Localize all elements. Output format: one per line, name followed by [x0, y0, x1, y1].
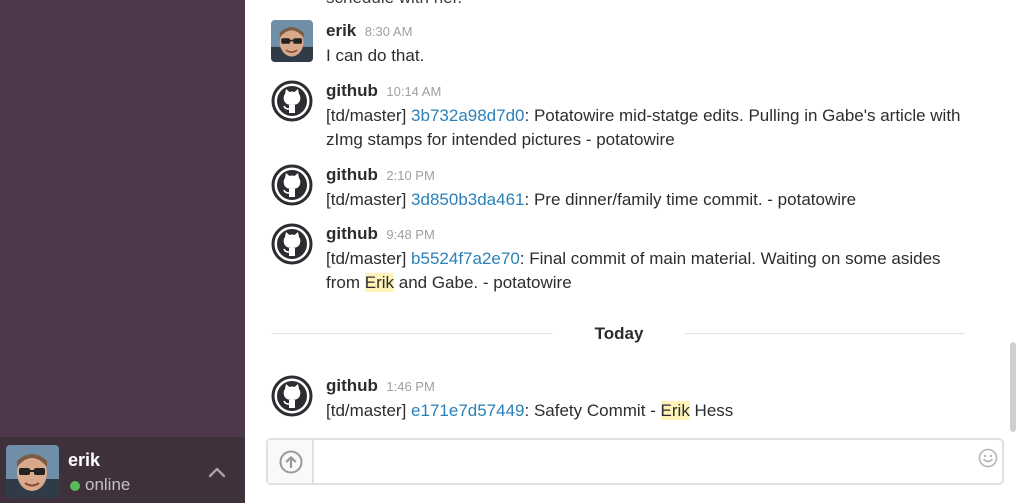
message-author[interactable]: github — [326, 376, 378, 395]
branch-prefix: [td/master] — [326, 401, 407, 420]
user-mention-highlight[interactable]: Erik — [660, 401, 690, 420]
message-author[interactable]: github — [326, 165, 378, 184]
commit-link[interactable]: 3b732a98d7d0 — [411, 106, 524, 125]
commit-link[interactable]: 3d850b3da461 — [411, 190, 524, 209]
message-timestamp[interactable]: 10:14 AM — [386, 84, 441, 99]
message-timestamp[interactable]: 8:30 AM — [365, 24, 413, 39]
commit-message-end: Hess — [689, 401, 734, 420]
message-text: I can do that. — [326, 44, 966, 68]
message-list[interactable]: schedule with her. erik 8:30 AM I can do… — [245, 0, 1010, 437]
message-input[interactable] — [316, 440, 966, 483]
message-body: I can do that. — [326, 46, 425, 65]
commit-message: : Pre dinner/family time commit. - potat… — [524, 190, 857, 209]
sidebar: erik online — [0, 0, 245, 503]
message-text: [td/master] e171e7d57449: Safety Commit … — [326, 399, 966, 423]
message-text: [td/master] 3b732a98d7d0: Potatowire mid… — [326, 104, 966, 152]
divider-line — [271, 333, 553, 334]
user-name: erik — [68, 450, 101, 470]
message-timestamp[interactable]: 9:48 PM — [386, 227, 434, 242]
github-octocat-icon[interactable] — [271, 375, 313, 417]
message-header: github 1:46 PM — [326, 375, 435, 398]
user-mention-highlight[interactable]: Erik — [364, 273, 395, 292]
current-user-panel[interactable]: erik online — [0, 437, 245, 503]
message-author[interactable]: github — [326, 81, 378, 100]
message-header: erik 8:30 AM — [326, 20, 412, 43]
commit-message: : Safety Commit - — [524, 401, 661, 420]
divider-line — [685, 333, 965, 334]
message-author[interactable]: github — [326, 224, 378, 243]
user-avatar[interactable] — [6, 445, 59, 498]
branch-prefix: [td/master] — [326, 106, 407, 125]
message-text-cutoff: schedule with her. — [326, 0, 462, 8]
branch-prefix: [td/master] — [326, 190, 407, 209]
message-header: github 9:48 PM — [326, 223, 435, 246]
message-header: github 10:14 AM — [326, 80, 441, 103]
message-author[interactable]: erik — [326, 21, 356, 40]
arrow-up-circle-icon — [279, 450, 303, 474]
upload-button[interactable] — [268, 440, 314, 483]
message-composer — [266, 438, 1004, 485]
scrollbar-thumb[interactable] — [1010, 342, 1016, 432]
commit-message-end: and Gabe. - potatowire — [394, 273, 572, 292]
message-text: [td/master] 3d850b3da461: Pre dinner/fam… — [326, 188, 966, 212]
message-header: github 2:10 PM — [326, 164, 435, 187]
user-status: online — [85, 475, 131, 494]
online-status-icon — [70, 481, 80, 491]
commit-link[interactable]: b5524f7a2e70 — [411, 249, 520, 268]
message-timestamp[interactable]: 2:10 PM — [386, 168, 434, 183]
github-octocat-icon[interactable] — [271, 164, 313, 206]
github-octocat-icon[interactable] — [271, 223, 313, 265]
day-divider: Today — [271, 322, 965, 346]
day-divider-label: Today — [594, 324, 644, 343]
branch-prefix: [td/master] — [326, 249, 407, 268]
message-timestamp[interactable]: 1:46 PM — [386, 379, 434, 394]
commit-link[interactable]: e171e7d57449 — [411, 401, 524, 420]
avatar[interactable] — [271, 20, 313, 62]
github-octocat-icon[interactable] — [271, 80, 313, 122]
message-text: [td/master] b5524f7a2e70: Final commit o… — [326, 247, 966, 295]
chevron-up-icon[interactable] — [206, 463, 228, 481]
smiley-icon[interactable] — [978, 448, 998, 468]
